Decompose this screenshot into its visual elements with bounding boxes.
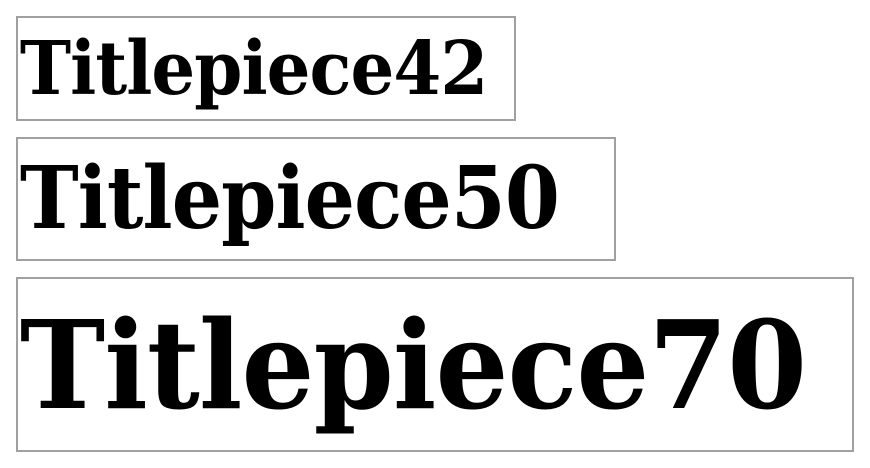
specimen-text-50: Titlepiece50 [19, 148, 560, 249]
specimen-text-70: Titlepiece70 [19, 292, 807, 437]
specimen-text-42: Titlepiece42 [19, 25, 488, 112]
specimen-box-42: Titlepiece42 [16, 16, 516, 121]
specimen-box-70: Titlepiece70 [16, 277, 854, 452]
specimen-box-50: Titlepiece50 [16, 137, 616, 261]
